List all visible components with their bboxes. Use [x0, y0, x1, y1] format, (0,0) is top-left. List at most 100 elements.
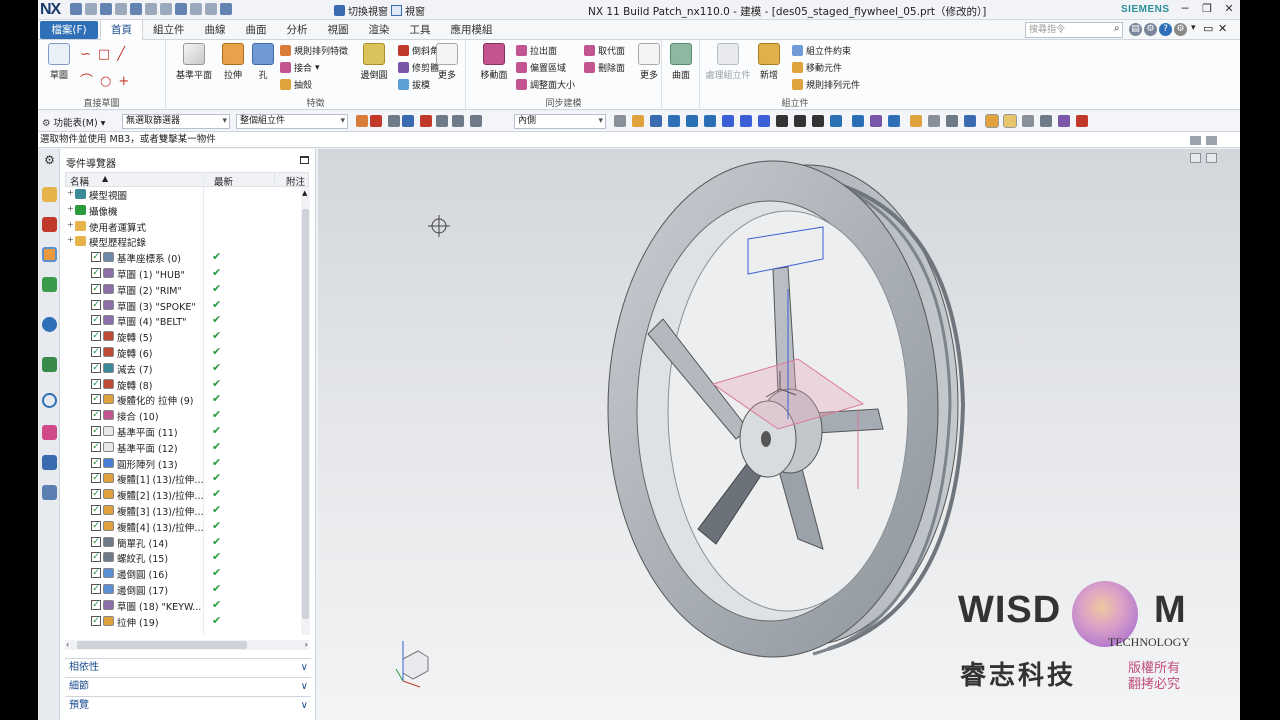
- tree-node[interactable]: ✓ 複體化的 拉伸 (9) ✔: [65, 392, 299, 408]
- tree-node[interactable]: ✓ 草圖 (18) "KEYW... ✔: [65, 598, 299, 614]
- snap-tool-icon-22[interactable]: [1022, 115, 1034, 127]
- undo-icon[interactable]: [145, 3, 157, 15]
- tree-node[interactable]: ✓ 邊倒圓 (17) ✔: [65, 582, 299, 598]
- visibility-checkbox[interactable]: ✓: [91, 441, 101, 452]
- expand-icon[interactable]: +: [67, 220, 74, 229]
- status-icon-1[interactable]: [1190, 136, 1201, 145]
- manufacturing-wizard-icon[interactable]: [42, 455, 57, 470]
- visibility-checkbox[interactable]: ✓: [91, 252, 101, 263]
- resize-face-button[interactable]: 調整面大小: [516, 78, 575, 91]
- tree-node[interactable]: ✓ 草圖 (3) "SPOKE" ✔: [65, 298, 299, 314]
- tree-node[interactable]: ✓ 旋轉 (6) ✔: [65, 345, 299, 361]
- visibility-checkbox[interactable]: ✓: [91, 520, 101, 531]
- column-name[interactable]: 名稱: [70, 174, 89, 188]
- assembly-navigator-icon[interactable]: [42, 187, 57, 202]
- tree-node[interactable]: ✓ 旋轉 (5) ✔: [65, 329, 299, 345]
- tree-node[interactable]: + 使用者運算式: [65, 219, 299, 235]
- settings-icon[interactable]: ⚙: [1174, 23, 1187, 36]
- reuse-library-icon[interactable]: [42, 277, 57, 292]
- snap-tool-icon-2[interactable]: [650, 115, 662, 127]
- copy-icon[interactable]: [190, 3, 202, 15]
- snap-tool-icon-19[interactable]: [964, 115, 976, 127]
- snap-tool-icon-8[interactable]: [758, 115, 770, 127]
- constraint-navigator-icon[interactable]: [42, 217, 57, 232]
- cut-icon[interactable]: [130, 3, 142, 15]
- tree-node[interactable]: ✓ 草圖 (4) "BELT" ✔: [65, 313, 299, 329]
- snap-tool-icon-21[interactable]: [1003, 114, 1017, 128]
- snap-tool-icon-13[interactable]: [852, 115, 864, 127]
- tree-node[interactable]: + 攝像機: [65, 203, 299, 219]
- tree-node[interactable]: ✓ 圓形陣列 (13) ✔: [65, 456, 299, 472]
- snap-tool-icon-10[interactable]: [794, 115, 806, 127]
- tree-scroll-thumb[interactable]: [302, 209, 309, 619]
- visibility-checkbox[interactable]: ✓: [91, 394, 101, 405]
- roles-icon[interactable]: [42, 485, 57, 500]
- hole-button[interactable]: 孔: [246, 43, 280, 81]
- snap-tool-icon-17[interactable]: [928, 115, 940, 127]
- tree-node[interactable]: ✓ 螺紋孔 (15) ✔: [65, 550, 299, 566]
- pull-face-button[interactable]: 拉出面: [516, 44, 557, 57]
- visibility-checkbox[interactable]: ✓: [91, 315, 101, 326]
- save-icon[interactable]: [100, 3, 112, 15]
- command-search-input[interactable]: 搜尋指令: [1025, 22, 1123, 38]
- tree-node[interactable]: ✓ 接合 (10) ✔: [65, 408, 299, 424]
- window-menu-label[interactable]: 視窗: [405, 3, 425, 18]
- delete-face-button[interactable]: 刪除面: [584, 61, 625, 74]
- maximize-button[interactable]: ❐: [1200, 2, 1214, 16]
- status-icon-2[interactable]: [1206, 136, 1217, 145]
- scroll-right-icon[interactable]: ›: [305, 640, 308, 649]
- switch-window-button[interactable]: 切換視窗 視窗: [334, 3, 425, 18]
- visibility-checkbox[interactable]: ✓: [91, 504, 101, 515]
- tree-hscroll-thumb[interactable]: [77, 641, 247, 649]
- tree-node[interactable]: ✓ 基準平面 (11) ✔: [65, 424, 299, 440]
- snap-tool-icon-23[interactable]: [1040, 115, 1052, 127]
- selection-tool-icon-5[interactable]: [436, 115, 448, 127]
- snap-tool-icon-1[interactable]: [632, 115, 644, 127]
- tree-node[interactable]: ✓ 邊倒圓 (16) ✔: [65, 566, 299, 582]
- tab-0[interactable]: 首頁: [100, 20, 143, 40]
- selection-filter-dropdown[interactable]: 無選取篩選器: [122, 114, 230, 129]
- replace-face-button[interactable]: 取代面: [584, 44, 625, 57]
- pattern-feature-button[interactable]: 規則排列特徵: [280, 44, 348, 57]
- cut2-icon[interactable]: [175, 3, 187, 15]
- paste-icon[interactable]: [205, 3, 217, 15]
- move-component-button[interactable]: 移動元件: [792, 61, 842, 74]
- snap-tool-icon-6[interactable]: [722, 115, 734, 127]
- help-icon[interactable]: ?: [1159, 23, 1172, 36]
- snap-tool-icon-4[interactable]: [686, 115, 698, 127]
- tab-1[interactable]: 組立件: [143, 20, 195, 40]
- restore-icon[interactable]: ▭: [1203, 22, 1213, 35]
- assembly-constraints-button[interactable]: 組立件約束: [792, 44, 851, 57]
- sketch-button[interactable]: 草圖: [42, 43, 76, 81]
- touch-mode-icon[interactable]: [220, 3, 232, 15]
- tree-node[interactable]: ✓ 基準座標系 (0) ✔: [65, 250, 299, 266]
- minimize-ribbon-icon[interactable]: ▾: [1191, 23, 1196, 33]
- expand-icon[interactable]: +: [67, 204, 74, 213]
- visibility-checkbox[interactable]: ✓: [91, 410, 101, 421]
- move-face-button[interactable]: 移動面: [476, 43, 512, 81]
- tree-node[interactable]: ✓ 拉伸 (19) ✔: [65, 614, 299, 630]
- selection-tool-icon-6[interactable]: [452, 115, 464, 127]
- history-icon[interactable]: [42, 393, 57, 408]
- snap-tool-icon-25[interactable]: [1076, 115, 1088, 127]
- tree-node[interactable]: ✓ 減去 (7) ✔: [65, 361, 299, 377]
- visibility-checkbox[interactable]: ✓: [91, 583, 101, 594]
- snap-tool-icon-24[interactable]: [1058, 115, 1070, 127]
- visibility-checkbox[interactable]: ✓: [91, 536, 101, 547]
- extrude-button[interactable]: 拉伸: [216, 43, 250, 81]
- maximize-panel-icon[interactable]: [300, 156, 309, 164]
- snap-tool-icon-12[interactable]: [830, 115, 842, 127]
- web-browser-icon[interactable]: [42, 357, 57, 372]
- visibility-checkbox[interactable]: ✓: [91, 267, 101, 278]
- process-studio-icon[interactable]: [42, 425, 57, 440]
- panel-preview[interactable]: 預覽 ∨: [65, 696, 311, 713]
- visibility-checkbox[interactable]: ✓: [91, 599, 101, 610]
- surface-button[interactable]: 曲面: [664, 43, 698, 81]
- tree-node[interactable]: ✓ 複體[3] (13)/拉伸 (... ✔: [65, 503, 299, 519]
- visibility-checkbox[interactable]: ✓: [91, 552, 101, 563]
- visibility-checkbox[interactable]: ✓: [91, 425, 101, 436]
- wave-linker-button[interactable]: 處理組立件: [704, 43, 752, 81]
- snap-tool-icon-9[interactable]: [776, 115, 788, 127]
- snap-tool-icon-16[interactable]: [910, 115, 922, 127]
- minimize-button[interactable]: ─: [1178, 2, 1192, 16]
